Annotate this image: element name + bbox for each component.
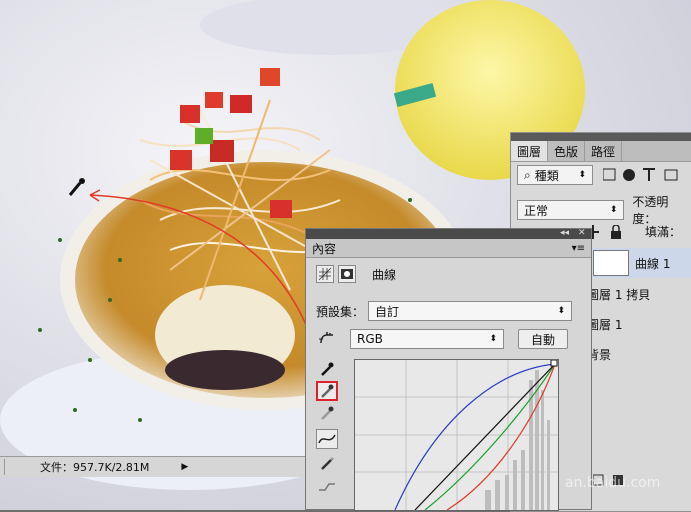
close-icon[interactable]: ✕ <box>578 228 586 238</box>
search-icon: ⌕ <box>524 167 531 182</box>
rgb-curve <box>414 363 556 510</box>
adjustment-type-row: 曲線 <box>316 265 396 283</box>
lock-row: 填滿： <box>587 223 681 240</box>
layer-mask-thumbnail <box>593 250 629 276</box>
layer-row-layer1[interactable]: 圖層 1 <box>587 309 691 339</box>
channel-select[interactable]: RGB ⬍ <box>350 329 504 349</box>
white-point-eyedropper-icon[interactable] <box>316 403 338 423</box>
blend-mode-select[interactable]: 正常 ⬍ <box>517 200 625 220</box>
status-bar: 文件：957.7K/2.81M ▶ <box>0 456 305 477</box>
gray-point-eyedropper-icon[interactable] <box>316 381 338 401</box>
lock-icons <box>587 224 621 239</box>
preset-select[interactable]: 自訂 ⬍ <box>368 301 573 321</box>
chevron-down-icon: ⬍ <box>609 205 618 215</box>
adjustment-label: 曲線 <box>372 267 397 282</box>
tab-channels[interactable]: 色版 <box>548 141 586 161</box>
preset-label: 預設集： <box>316 304 365 319</box>
document-size-info: 文件：957.7K/2.81M <box>40 461 150 474</box>
shape-filter-icon <box>664 169 678 181</box>
layer-row-curves[interactable]: 曲線 1 <box>587 248 691 278</box>
opacity-label: 不透明度： <box>632 195 669 226</box>
layer-row-copy[interactable]: 圖層 1 拷貝 <box>587 279 691 309</box>
curves-plot[interactable] <box>355 360 558 510</box>
layer-name: 圖層 1 <box>587 317 623 332</box>
curve-edit-points-icon[interactable] <box>316 429 338 449</box>
adjustment-filter-icon <box>623 169 635 181</box>
properties-header: 內容 ▾≡ <box>306 239 591 258</box>
curve-white-point-handle <box>550 360 558 367</box>
watermark: an.baidu.com <box>565 475 661 491</box>
preset-row: 預設集： 自訂 ⬍ <box>316 301 573 321</box>
chevron-down-icon: ⬍ <box>578 170 586 180</box>
channel-value: RGB <box>357 332 383 346</box>
status-divider <box>4 459 5 475</box>
layers-panel-grip[interactable] <box>511 133 691 141</box>
curves-graph[interactable] <box>354 359 559 511</box>
chevron-down-icon: ⬍ <box>557 306 566 316</box>
preset-value: 自訂 <box>375 304 400 319</box>
kind-label: 種類 <box>534 168 559 183</box>
tab-paths[interactable]: 路徑 <box>585 141 623 161</box>
histogram <box>485 370 550 510</box>
layer-filter-icons <box>603 168 678 181</box>
properties-panel: ◂◂ ✕ 內容 ▾≡ 曲線 預設集： 自訂 ⬍ RGB ⬍ 自動 <box>305 228 592 511</box>
layer-filter-row: ⌕ 種類 ⬍ <box>517 165 689 185</box>
on-image-adjust-tool-icon[interactable] <box>316 329 338 349</box>
lock-icon <box>611 230 621 239</box>
properties-panel-grip[interactable]: ◂◂ ✕ <box>306 228 591 239</box>
layer-kind-filter[interactable]: ⌕ 種類 ⬍ <box>517 165 593 185</box>
layer-name: 圖層 1 拷貝 <box>587 287 651 302</box>
auto-button[interactable]: 自動 <box>518 329 568 349</box>
fill-label: 填滿： <box>645 225 682 239</box>
tab-layers[interactable]: 圖層 <box>511 141 549 161</box>
mask-icon[interactable] <box>338 265 356 283</box>
smooth-curve-icon[interactable] <box>316 477 338 497</box>
properties-title[interactable]: 內容 <box>312 240 336 257</box>
status-menu-arrow-icon[interactable]: ▶ <box>181 462 188 472</box>
black-point-eyedropper-icon[interactable] <box>316 359 338 379</box>
panel-menu-icon[interactable]: ▾≡ <box>572 243 585 254</box>
pencil-draw-icon[interactable] <box>316 453 338 473</box>
chevron-down-icon: ⬍ <box>489 334 497 344</box>
pixel-filter-icon <box>603 168 616 181</box>
blend-mode-value: 正常 <box>524 203 549 218</box>
collapse-icon[interactable]: ◂◂ <box>560 228 569 238</box>
layer-name: 曲線 1 <box>635 256 671 271</box>
curves-adjustment-icon[interactable] <box>316 265 334 283</box>
channel-row: RGB ⬍ 自動 <box>350 329 568 349</box>
blend-row: 正常 ⬍ 不透明度： <box>517 193 691 227</box>
layer-row-background[interactable]: 背景 <box>587 339 691 369</box>
layers-panel-tabs: 圖層 色版 路徑 <box>511 141 691 162</box>
type-filter-icon <box>643 168 655 181</box>
